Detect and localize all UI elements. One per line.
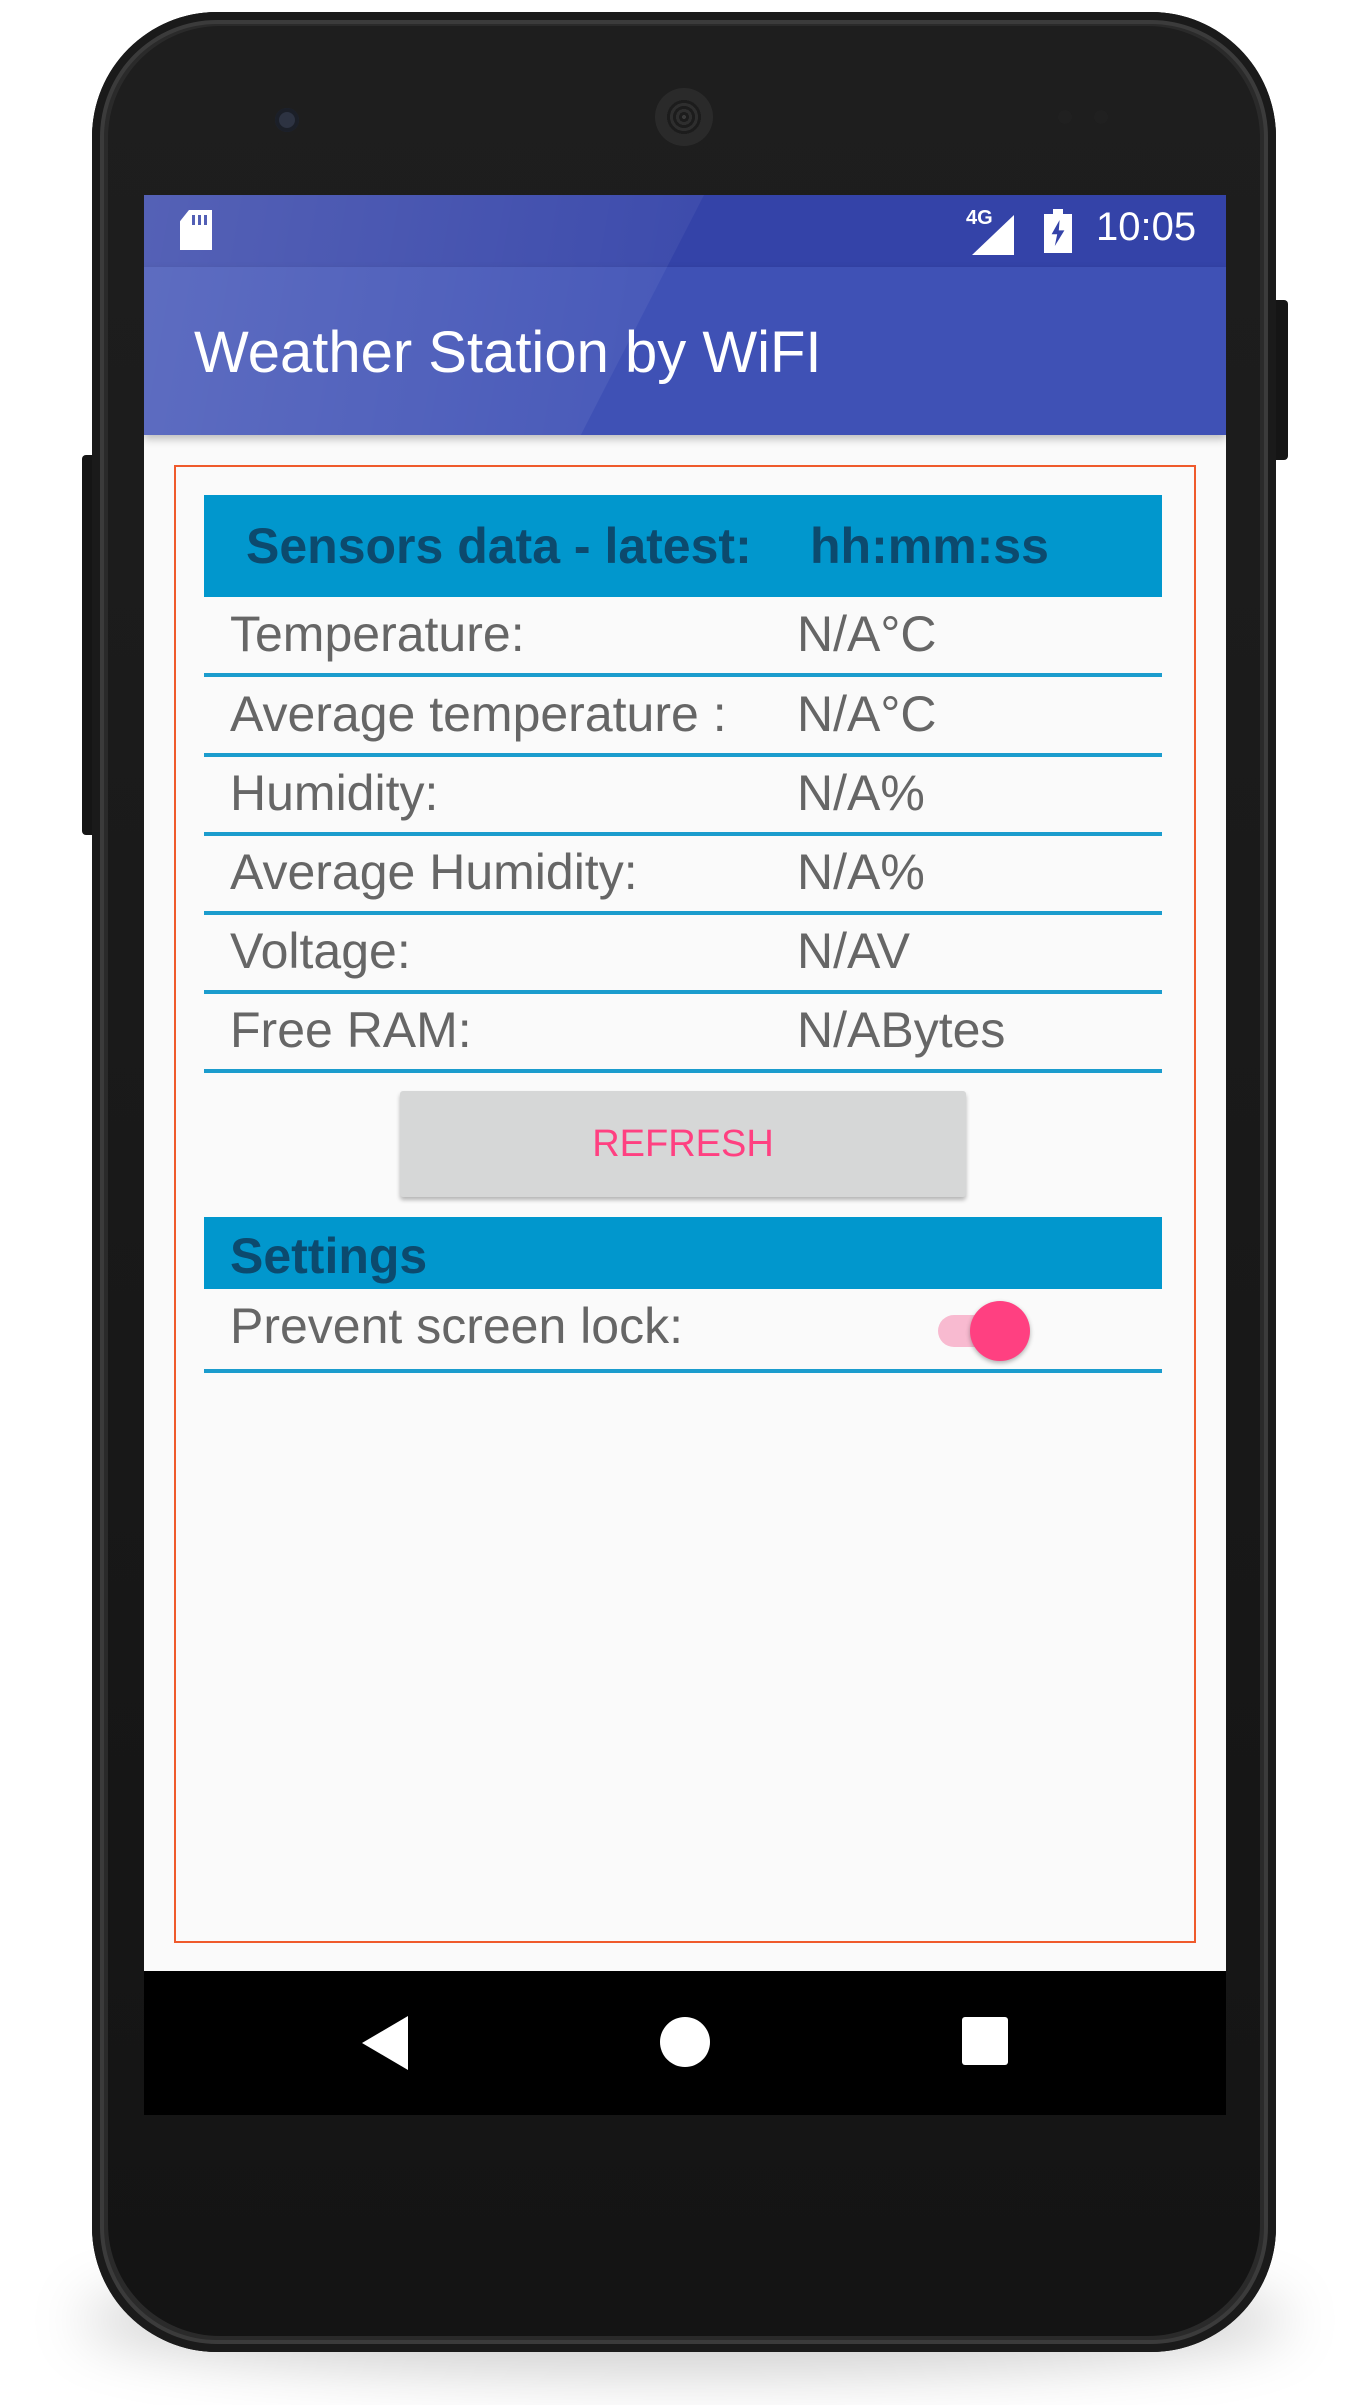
front-camera <box>275 108 299 132</box>
light-sensor <box>1094 110 1108 124</box>
sensors-header-label: Sensors data - latest: <box>246 518 752 574</box>
sensor-value: N/AV <box>797 923 910 979</box>
sensor-row-humidity: Humidity: N/A% <box>204 756 1162 836</box>
settings-header: Settings <box>204 1217 1162 1289</box>
sensor-label: Voltage: <box>230 923 411 979</box>
setting-label: Prevent screen lock: <box>230 1298 683 1354</box>
sensor-label: Temperature: <box>230 606 525 662</box>
battery-charging-icon <box>1044 209 1072 253</box>
sensor-label: Average temperature : <box>230 686 727 742</box>
page-title: Weather Station by WiFI <box>194 320 822 385</box>
latest-timestamp: hh:mm:ss <box>810 518 1049 574</box>
sensor-row-free-ram: Free RAM: N/ABytes <box>204 993 1162 1073</box>
sensor-value: N/A°C <box>797 686 937 742</box>
sensor-label: Humidity: <box>230 765 439 821</box>
sensor-value: N/A°C <box>797 606 937 662</box>
screen: 4G 10:05 Weather Station by WiFI Sensors… <box>144 195 1226 2115</box>
sensor-label: Free RAM: <box>230 1002 472 1058</box>
back-icon[interactable] <box>362 2016 408 2070</box>
sensor-value: N/ABytes <box>797 1002 1006 1058</box>
setting-row-prevent-screen-lock: Prevent screen lock: <box>204 1289 1162 1373</box>
recents-icon[interactable] <box>962 2017 1008 2065</box>
navigation-bar <box>144 1971 1226 2115</box>
sensor-label: Average Humidity: <box>230 844 638 900</box>
settings-title: Settings <box>230 1228 428 1284</box>
status-time: 10:05 <box>1096 205 1197 249</box>
switch-thumb <box>970 1301 1030 1361</box>
sensor-value: N/A% <box>797 765 925 821</box>
sensor-row-average-humidity: Average Humidity: N/A% <box>204 835 1162 915</box>
earpiece-speaker <box>655 88 713 146</box>
prevent-screen-lock-switch[interactable] <box>928 1299 1038 1361</box>
sensor-row-temperature: Temperature: N/A°C <box>204 597 1162 677</box>
sensor-row-average-temperature: Average temperature : N/A°C <box>204 677 1162 757</box>
sensor-value: N/A% <box>797 844 925 900</box>
proximity-sensor <box>1058 110 1072 124</box>
home-icon[interactable] <box>660 2017 710 2067</box>
sensor-row-voltage: Voltage: N/AV <box>204 914 1162 994</box>
power-button <box>1276 300 1288 460</box>
refresh-button[interactable]: REFRESH <box>400 1091 966 1197</box>
network-type: 4G <box>966 207 993 229</box>
sensors-header: Sensors data - latest: hh:mm:ss <box>204 495 1162 597</box>
app-bar: Weather Station by WiFI <box>144 267 1226 435</box>
